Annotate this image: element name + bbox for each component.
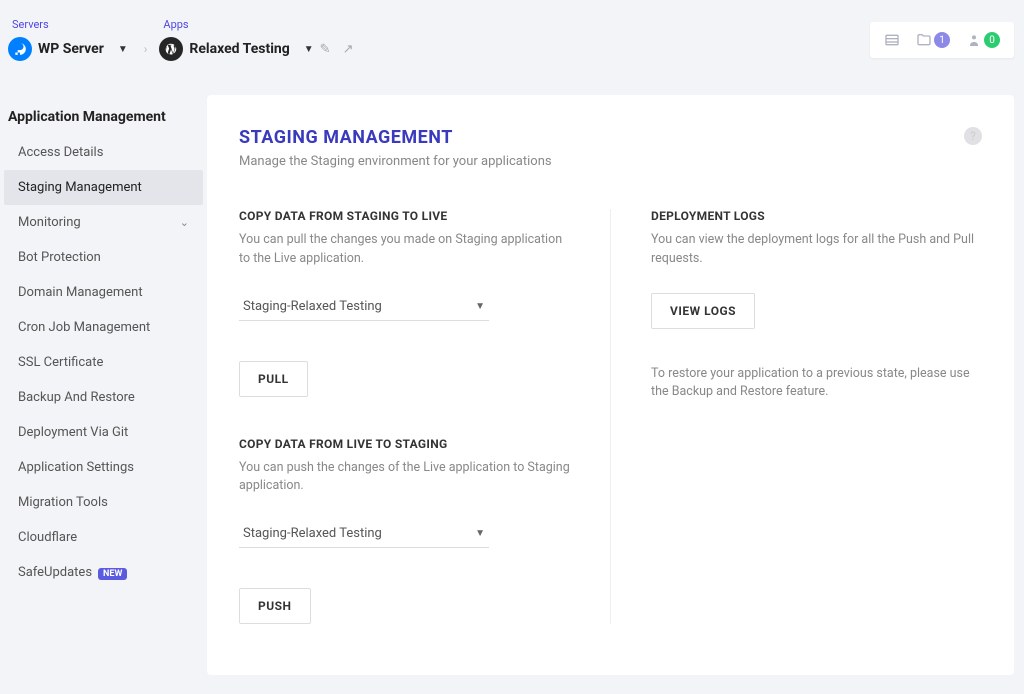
page-title: STAGING MANAGEMENT: [239, 127, 982, 148]
caret-down-icon: ▼: [475, 528, 485, 539]
server-name[interactable]: WP Server: [38, 41, 104, 57]
sidebar-item-cloudflare[interactable]: Cloudflare: [4, 520, 203, 555]
page-subtitle: Manage the Staging environment for your …: [239, 154, 982, 169]
sidebar-heading: Application Management: [0, 109, 207, 135]
sidebar-item-deployment-git[interactable]: Deployment Via Git: [4, 415, 203, 450]
folder-icon[interactable]: 1: [916, 32, 950, 48]
sidebar-item-migration-tools[interactable]: Migration Tools: [4, 485, 203, 520]
copy-to-live-desc: You can pull the changes you made on Sta…: [239, 231, 570, 269]
new-badge: NEW: [98, 568, 127, 580]
copy-to-staging-desc: You can push the changes of the Live app…: [239, 459, 570, 497]
restore-note: To restore your application to a previou…: [651, 365, 982, 403]
user-badge: 0: [984, 32, 1000, 48]
list-icon[interactable]: [884, 32, 900, 48]
sidebar-item-staging-management[interactable]: Staging Management: [4, 170, 203, 205]
servers-label: Servers: [12, 18, 128, 31]
sidebar-item-access-details[interactable]: Access Details: [4, 135, 203, 170]
app-breadcrumb: Apps Relaxed Testing ▼ ✎ ↗: [159, 18, 359, 61]
push-target-select[interactable]: Staging-Relaxed Testing ▼: [239, 520, 489, 548]
sidebar-item-bot-protection[interactable]: Bot Protection: [4, 240, 203, 275]
logs-title: DEPLOYMENT LOGS: [651, 209, 982, 223]
push-select-value: Staging-Relaxed Testing: [243, 526, 382, 541]
pull-button[interactable]: PULL: [239, 361, 308, 397]
help-icon[interactable]: ?: [964, 127, 982, 145]
server-breadcrumb: Servers WP Server ▼: [8, 18, 128, 61]
main-panel: ? STAGING MANAGEMENT Manage the Staging …: [207, 95, 1014, 675]
sidebar: Application Management Access Details St…: [0, 75, 207, 675]
logs-desc: You can view the deployment logs for all…: [651, 231, 982, 269]
pull-select-value: Staging-Relaxed Testing: [243, 299, 382, 314]
copy-to-staging-title: COPY DATA FROM LIVE TO STAGING: [239, 437, 570, 451]
folder-badge: 1: [934, 32, 950, 48]
external-link-icon[interactable]: ↗: [343, 42, 354, 57]
top-right-toolbar: 1 0: [870, 22, 1014, 58]
apps-label: Apps: [163, 18, 359, 31]
sidebar-item-monitoring[interactable]: Monitoring⌄: [4, 205, 203, 240]
pull-source-select[interactable]: Staging-Relaxed Testing ▼: [239, 293, 489, 321]
view-logs-button[interactable]: VIEW LOGS: [651, 293, 755, 329]
app-name[interactable]: Relaxed Testing: [189, 41, 289, 57]
copy-staging-to-live-section: COPY DATA FROM STAGING TO LIVE You can p…: [239, 209, 570, 397]
top-breadcrumb-bar: Servers WP Server ▼ › Apps Relaxed Testi…: [0, 0, 1024, 75]
push-button[interactable]: PUSH: [239, 588, 311, 624]
sidebar-item-domain-management[interactable]: Domain Management: [4, 275, 203, 310]
deployment-logs-section: DEPLOYMENT LOGS You can view the deploym…: [610, 209, 982, 624]
caret-down-icon: ▼: [475, 301, 485, 312]
sidebar-item-ssl[interactable]: SSL Certificate: [4, 345, 203, 380]
breadcrumb-separator-icon: ›: [144, 42, 148, 56]
app-dropdown-caret[interactable]: ▼: [304, 44, 314, 55]
wordpress-icon: [159, 37, 183, 61]
copy-to-live-title: COPY DATA FROM STAGING TO LIVE: [239, 209, 570, 223]
server-dropdown-caret[interactable]: ▼: [118, 44, 128, 55]
sidebar-item-backup-restore[interactable]: Backup And Restore: [4, 380, 203, 415]
chevron-down-icon: ⌄: [180, 216, 189, 229]
edit-icon[interactable]: ✎: [320, 42, 331, 57]
user-icon[interactable]: 0: [966, 32, 1000, 48]
sidebar-item-application-settings[interactable]: Application Settings: [4, 450, 203, 485]
sidebar-item-cron-job[interactable]: Cron Job Management: [4, 310, 203, 345]
copy-live-to-staging-section: COPY DATA FROM LIVE TO STAGING You can p…: [239, 437, 570, 625]
digitalocean-icon: [8, 37, 32, 61]
sidebar-item-safeupdates[interactable]: SafeUpdatesNEW: [4, 555, 203, 590]
